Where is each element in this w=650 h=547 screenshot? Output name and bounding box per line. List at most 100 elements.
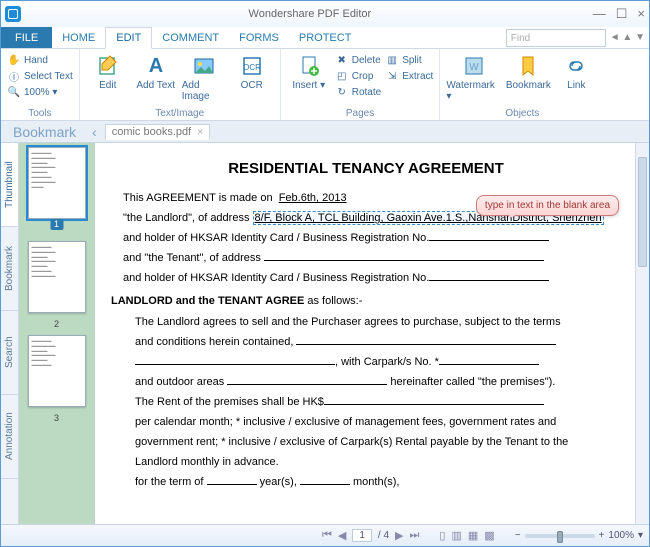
status-bar: ⏮ ◀ 1 / 4 ▶ ⏭ ▯ ▥ ▦ ▩ − + 100% ▾ bbox=[1, 524, 649, 546]
title-bar: Wondershare PDF Editor — ☐ × bbox=[1, 1, 649, 27]
document-area: RESIDENTIAL TENANCY AGREEMENT This AGREE… bbox=[95, 143, 649, 524]
ocr-button[interactable]: OCROCR bbox=[230, 51, 274, 91]
side-panel-tabs: Thumbnail Bookmark Search Annotation bbox=[1, 143, 19, 524]
extract-button[interactable]: ⇲Extract bbox=[385, 69, 433, 83]
split-icon: ▥ bbox=[385, 53, 399, 67]
thumbnail-1[interactable]: ▬▬▬▬▬▬▬▬▬▬▬▬▬▬▬▬▬▬▬▬▬▬▬▬▬▬▬▬▬▬▬▬▬▬▬▬▬▬▬1 bbox=[28, 147, 86, 219]
group-text-image-label: Text/Image bbox=[86, 108, 274, 120]
document-tab-label: comic books.pdf bbox=[112, 126, 191, 138]
extract-icon: ⇲ bbox=[385, 69, 399, 83]
menu-bar: FILE HOME EDIT COMMENT FORMS PROTECT Fin… bbox=[1, 27, 649, 49]
edit-button[interactable]: Edit bbox=[86, 51, 130, 91]
doc-title: RESIDENTIAL TENANCY AGREEMENT bbox=[111, 157, 621, 180]
first-page-button[interactable]: ⏮ bbox=[322, 529, 332, 542]
sidetab-bookmark[interactable]: Bookmark bbox=[1, 227, 18, 311]
tab-comment[interactable]: COMMENT bbox=[152, 27, 229, 48]
group-pages: Insert ▾ ✖Delete ◰Crop ↻Rotate ▥Split ⇲E… bbox=[281, 49, 441, 120]
sidetab-search[interactable]: Search bbox=[1, 311, 18, 395]
zoom-out-button[interactable]: − bbox=[515, 530, 521, 541]
zoom-control[interactable]: − + 100% ▾ bbox=[515, 530, 643, 541]
svg-text:A: A bbox=[149, 55, 163, 77]
add-image-icon bbox=[191, 53, 217, 79]
add-image-button[interactable]: Add Image bbox=[182, 51, 226, 102]
group-pages-label: Pages bbox=[287, 108, 434, 120]
thumbnail-2[interactable]: ▬▬▬▬▬▬▬▬▬▬▬▬▬▬▬▬▬▬▬▬▬▬▬▬▬▬▬▬▬▬▬▬▬▬▬▬ bbox=[28, 241, 86, 313]
rotate-button[interactable]: ↻Rotate bbox=[335, 85, 381, 99]
watermark-button[interactable]: WWatermark ▾ bbox=[446, 51, 502, 102]
select-text-tool[interactable]: ⒾSelect Text bbox=[7, 69, 73, 83]
last-page-button[interactable]: ⏭ bbox=[410, 529, 420, 542]
prev-page-button[interactable]: ◀ bbox=[338, 529, 346, 542]
svg-text:OCR: OCR bbox=[243, 63, 261, 72]
callout-tooltip: type in text in the blank area bbox=[476, 195, 619, 216]
edit-icon bbox=[95, 53, 121, 79]
close-tab-icon[interactable]: × bbox=[197, 127, 203, 138]
hand-icon: ✋ bbox=[7, 53, 21, 67]
view-cont-facing-icon[interactable]: ▩ bbox=[484, 529, 494, 542]
bookmark-button[interactable]: Bookmark bbox=[506, 51, 550, 91]
rotate-icon: ↻ bbox=[335, 85, 349, 99]
date-field[interactable]: Feb.6th, 2013 bbox=[279, 192, 347, 204]
group-tools: ✋Hand ⒾSelect Text 🔍100% ▾ Tools bbox=[1, 49, 80, 120]
document-tab[interactable]: comic books.pdf × bbox=[105, 124, 210, 140]
delete-button[interactable]: ✖Delete bbox=[335, 53, 381, 67]
ribbon: ✋Hand ⒾSelect Text 🔍100% ▾ Tools Edit AA… bbox=[1, 49, 649, 121]
view-continuous-icon[interactable]: ▥ bbox=[451, 529, 461, 542]
page-number-input[interactable]: 1 bbox=[352, 529, 372, 542]
vertical-scrollbar[interactable] bbox=[635, 143, 649, 524]
document-tab-strip: Bookmark ‹ comic books.pdf × bbox=[1, 121, 649, 143]
group-tools-label: Tools bbox=[7, 108, 73, 120]
bookmark-icon bbox=[515, 53, 541, 79]
hand-tool[interactable]: ✋Hand bbox=[7, 53, 73, 67]
crop-button[interactable]: ◰Crop bbox=[335, 69, 381, 83]
add-text-button[interactable]: AAdd Text bbox=[134, 51, 178, 91]
thumbnail-pane: ▬▬▬▬▬▬▬▬▬▬▬▬▬▬▬▬▬▬▬▬▬▬▬▬▬▬▬▬▬▬▬▬▬▬▬▬▬▬▬1… bbox=[19, 143, 95, 524]
tab-home[interactable]: HOME bbox=[52, 27, 105, 48]
zoom-dropdown-icon[interactable]: ▾ bbox=[638, 530, 643, 541]
svg-text:W: W bbox=[470, 62, 480, 73]
select-text-icon: Ⓘ bbox=[7, 69, 21, 83]
app-icon bbox=[5, 6, 21, 22]
minimize-button[interactable]: — bbox=[593, 6, 606, 22]
tab-forms[interactable]: FORMS bbox=[229, 27, 289, 48]
link-button[interactable]: Link bbox=[554, 51, 598, 91]
crop-icon: ◰ bbox=[335, 69, 349, 83]
zoom-tool[interactable]: 🔍100% ▾ bbox=[7, 85, 73, 99]
app-title: Wondershare PDF Editor bbox=[27, 8, 593, 20]
next-page-button[interactable]: ▶ bbox=[395, 529, 403, 542]
tab-protect[interactable]: PROTECT bbox=[289, 27, 362, 48]
chevron-left-icon[interactable]: ‹ bbox=[84, 124, 105, 140]
insert-icon bbox=[296, 53, 322, 79]
insert-button[interactable]: Insert ▾ bbox=[287, 51, 331, 91]
group-objects-label: Objects bbox=[446, 108, 598, 120]
page-total: / 4 bbox=[378, 530, 389, 541]
group-text-image: Edit AAdd Text Add Image OCROCR Text/Ima… bbox=[80, 49, 281, 120]
thumbnail-1-number: 1 bbox=[50, 219, 63, 230]
thumbnail-2-number: 2 bbox=[54, 319, 59, 329]
add-text-icon: A bbox=[143, 53, 169, 79]
maximize-button[interactable]: ☐ bbox=[616, 6, 628, 22]
file-menu[interactable]: FILE bbox=[1, 27, 52, 48]
thumbnail-3-number: 3 bbox=[54, 413, 59, 423]
zoom-slider[interactable] bbox=[525, 534, 595, 538]
scrollbar-thumb[interactable] bbox=[638, 157, 647, 267]
delete-icon: ✖ bbox=[335, 53, 349, 67]
watermark-icon: W bbox=[461, 53, 487, 79]
zoom-in-button[interactable]: + bbox=[599, 530, 605, 541]
zoom-value: 100% bbox=[608, 530, 634, 541]
ocr-icon: OCR bbox=[239, 53, 265, 79]
find-nav[interactable]: ◄ ▲ ▼ bbox=[610, 27, 649, 48]
sidetab-thumbnail[interactable]: Thumbnail bbox=[1, 143, 18, 227]
view-single-icon[interactable]: ▯ bbox=[439, 529, 445, 542]
view-facing-icon[interactable]: ▦ bbox=[468, 529, 478, 542]
link-icon bbox=[563, 53, 589, 79]
thumbnail-3[interactable]: ▬▬▬▬▬▬▬▬▬▬▬▬▬▬▬▬▬▬▬▬▬▬▬▬▬▬▬▬▬▬ bbox=[28, 335, 86, 407]
zoom-icon: 🔍 bbox=[7, 85, 21, 99]
close-button[interactable]: × bbox=[637, 6, 645, 22]
find-input[interactable]: Find bbox=[506, 29, 606, 47]
bookmark-panel-label[interactable]: Bookmark bbox=[5, 124, 84, 140]
split-button[interactable]: ▥Split bbox=[385, 53, 433, 67]
group-objects: WWatermark ▾ Bookmark Link Objects bbox=[440, 49, 604, 120]
sidetab-annotation[interactable]: Annotation bbox=[1, 395, 18, 479]
tab-edit[interactable]: EDIT bbox=[105, 27, 152, 49]
